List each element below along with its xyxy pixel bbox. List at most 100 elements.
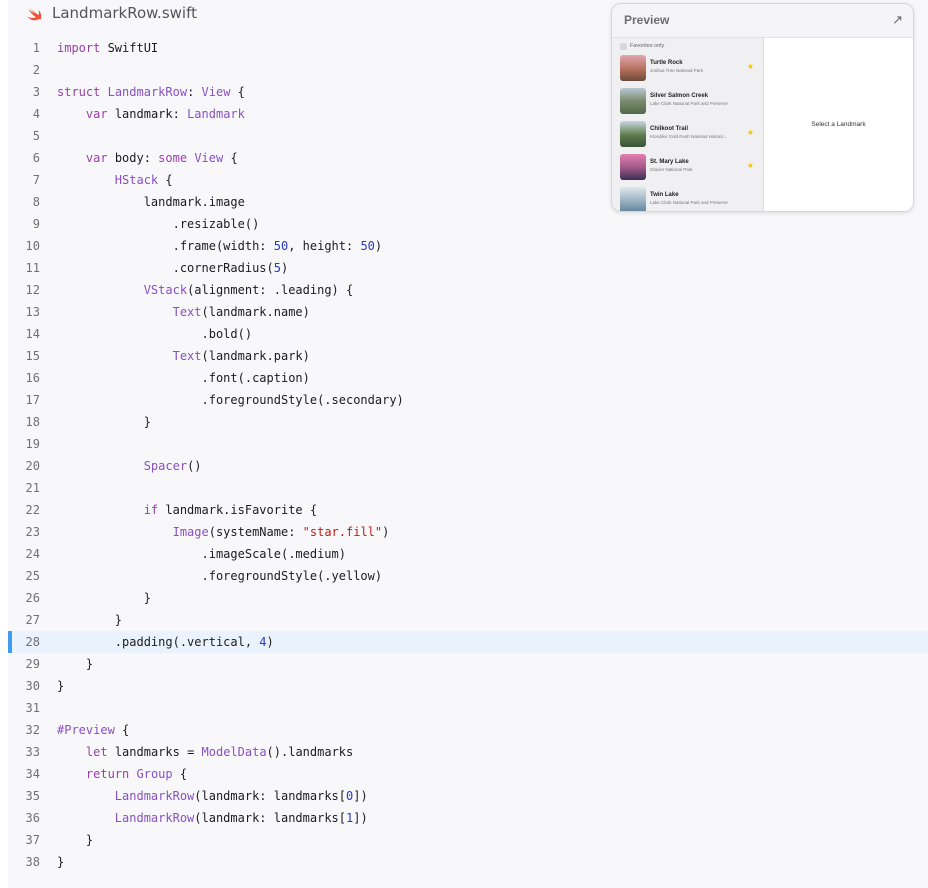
code-line[interactable]: 24 .imageScale(.medium): [8, 543, 928, 565]
line-code[interactable]: var landmark: Landmark: [57, 103, 245, 125]
line-code[interactable]: struct LandmarkRow: View {: [57, 81, 245, 103]
code-line[interactable]: 22 if landmark.isFavorite {: [8, 499, 928, 521]
preview-header: Preview ↗: [612, 4, 913, 38]
line-code[interactable]: .padding(.vertical, 4): [57, 631, 274, 653]
landmark-thumbnail: [620, 55, 646, 81]
line-number: 17: [25, 393, 40, 407]
line-number: 36: [25, 811, 40, 825]
landmark-name: St. Mary Lake: [650, 159, 689, 165]
code-line[interactable]: 38}: [8, 851, 928, 873]
line-code[interactable]: }: [57, 829, 93, 851]
favorites-toggle[interactable]: Favorites only: [620, 40, 664, 52]
line-code[interactable]: Spacer(): [57, 455, 202, 477]
code-line[interactable]: 36 LandmarkRow(landmark: landmarks[1]): [8, 807, 928, 829]
line-number: 20: [25, 459, 40, 473]
landmark-row[interactable]: St. Mary Lake Glacier National Park ★: [620, 154, 760, 180]
code-line[interactable]: 31: [8, 697, 928, 719]
landmark-row[interactable]: Chilkoot Trail Klondike Gold Rush Nationa…: [620, 121, 760, 147]
code-line[interactable]: 18 }: [8, 411, 928, 433]
code-line[interactable]: 12 VStack(alignment: .leading) {: [8, 279, 928, 301]
landmark-thumbnail: [620, 154, 646, 180]
line-code[interactable]: }: [57, 675, 64, 697]
code-line[interactable]: 32 #Preview {: [8, 719, 928, 741]
code-line[interactable]: 20 Spacer(): [8, 455, 928, 477]
line-number: 29: [25, 657, 40, 671]
code-line[interactable]: 19: [8, 433, 928, 455]
favorites-checkbox[interactable]: [620, 42, 627, 50]
landmark-row[interactable]: Silver Salmon Creek Lake Clark National P…: [620, 88, 760, 114]
preview-panel[interactable]: Preview ↗ Favorites only Turtle Rock Josh…: [611, 3, 914, 212]
line-code[interactable]: Text(landmark.park): [57, 345, 310, 367]
code-line[interactable]: 35 LandmarkRow(landmark: landmarks[0]): [8, 785, 928, 807]
file-name[interactable]: LandmarkRow.swift: [52, 4, 197, 22]
code-line[interactable]: 26 }: [8, 587, 928, 609]
star-icon: ★: [746, 128, 754, 137]
line-number: 31: [25, 701, 40, 715]
landmark-thumbnail: [620, 88, 646, 114]
line-code[interactable]: LandmarkRow(landmark: landmarks[1]): [57, 807, 368, 829]
line-code[interactable]: .bold(): [57, 323, 252, 345]
favorites-label: Favorites only: [630, 43, 665, 49]
line-code[interactable]: .foregroundStyle(.yellow): [57, 565, 382, 587]
line-code[interactable]: }: [57, 653, 93, 675]
line-code[interactable]: }: [57, 411, 151, 433]
code-line[interactable]: 14 .bold(): [8, 323, 928, 345]
line-code[interactable]: .cornerRadius(5): [57, 257, 289, 279]
code-line[interactable]: 34 return Group {: [8, 763, 928, 785]
line-number: 23: [25, 525, 40, 539]
line-number: 1: [32, 41, 40, 55]
line-number: 13: [25, 305, 40, 319]
line-code[interactable]: import SwiftUI: [57, 37, 158, 59]
expand-icon[interactable]: ↗: [892, 12, 903, 28]
code-line[interactable]: 17 .foregroundStyle(.secondary): [8, 389, 928, 411]
line-code[interactable]: Image(systemName: "star.fill"): [57, 521, 390, 543]
line-code[interactable]: return Group {: [57, 763, 187, 785]
line-code[interactable]: HStack {: [57, 169, 173, 191]
line-number: 18: [25, 415, 40, 429]
code-line[interactable]: 10 .frame(width: 50, height: 50): [8, 235, 928, 257]
line-code[interactable]: VStack(alignment: .leading) {: [57, 279, 354, 301]
line-code[interactable]: }: [57, 587, 151, 609]
line-number: 8: [32, 195, 40, 209]
code-line[interactable]: 13 Text(landmark.name): [8, 301, 928, 323]
line-number: 28: [25, 635, 40, 649]
line-number: 27: [25, 613, 40, 627]
line-code[interactable]: .frame(width: 50, height: 50): [57, 235, 383, 257]
line-number: 16: [25, 371, 40, 385]
code-line[interactable]: 9 .resizable(): [8, 213, 928, 235]
code-line[interactable]: 16 .font(.caption): [8, 367, 928, 389]
code-line[interactable]: 37 }: [8, 829, 928, 851]
line-code[interactable]: let landmarks = ModelData().landmarks: [57, 741, 353, 763]
line-code[interactable]: LandmarkRow(landmark: landmarks[0]): [57, 785, 368, 807]
line-number: 22: [25, 503, 40, 517]
line-number: 15: [25, 349, 40, 363]
line-code[interactable]: Text(landmark.name): [57, 301, 310, 323]
line-code[interactable]: var body: some View {: [57, 147, 238, 169]
line-code[interactable]: .font(.caption): [57, 367, 309, 389]
code-line[interactable]: 21: [8, 477, 928, 499]
code-line[interactable]: 25 .foregroundStyle(.yellow): [8, 565, 928, 587]
landmark-name: Twin Lake: [650, 192, 679, 198]
line-code[interactable]: .foregroundStyle(.secondary): [57, 389, 403, 411]
code-line[interactable]: 33 let landmarks = ModelData().landmarks: [8, 741, 928, 763]
code-line[interactable]: 27 }: [8, 609, 928, 631]
line-code[interactable]: landmark.image: [57, 191, 245, 213]
code-line[interactable]: 23 Image(systemName: "star.fill"): [8, 521, 928, 543]
code-line[interactable]: 30}: [8, 675, 928, 697]
line-code[interactable]: .resizable(): [57, 213, 260, 235]
line-code[interactable]: if landmark.isFavorite {: [57, 499, 317, 521]
line-code[interactable]: #Preview {: [57, 719, 129, 741]
line-number: 37: [25, 833, 40, 847]
code-line[interactable]: 11 .cornerRadius(5): [8, 257, 928, 279]
landmark-list[interactable]: Favorites only Turtle Rock Joshua Tree Na…: [612, 38, 764, 211]
line-number: 25: [25, 569, 40, 583]
line-code[interactable]: }: [57, 609, 122, 631]
code-line[interactable]: 28 .padding(.vertical, 4): [8, 631, 928, 653]
code-line[interactable]: 15 Text(landmark.park): [8, 345, 928, 367]
code-line[interactable]: 29 }: [8, 653, 928, 675]
preview-title: Preview: [624, 13, 670, 27]
landmark-row[interactable]: Turtle Rock Joshua Tree National Park ★: [620, 55, 760, 81]
line-code[interactable]: }: [57, 851, 64, 873]
landmark-row[interactable]: Twin Lake Lake Clark National Park and Pr…: [620, 187, 760, 211]
line-code[interactable]: .imageScale(.medium): [57, 543, 346, 565]
